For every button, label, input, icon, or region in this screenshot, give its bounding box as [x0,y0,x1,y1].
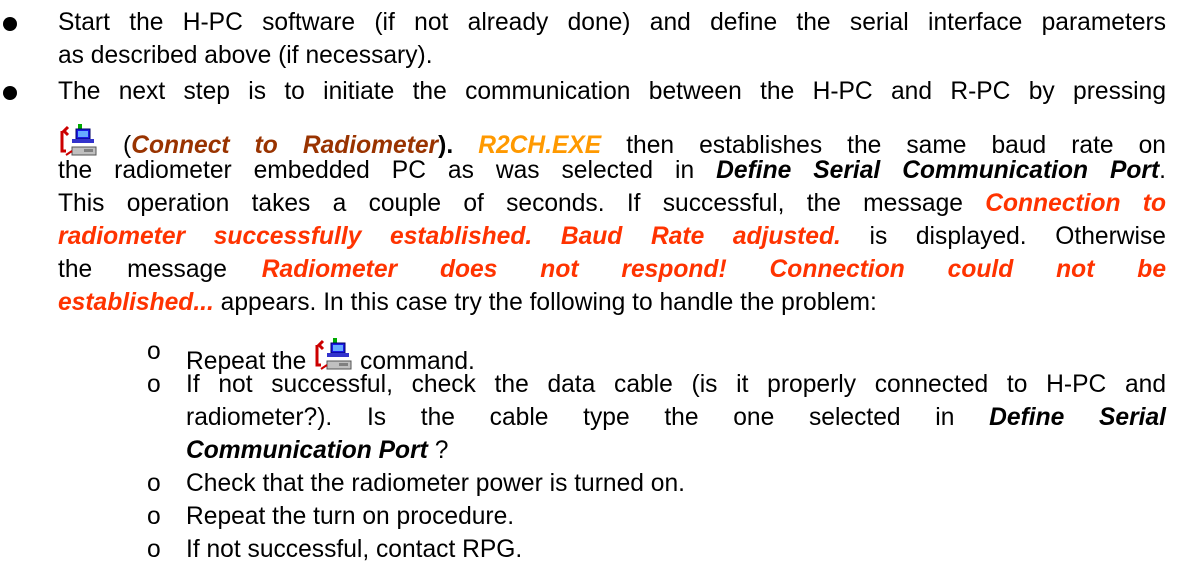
define-serial-ref: Define Serial [989,404,1166,431]
sub-bullet: o [147,536,161,563]
bullet2-line1: The next step is to initiate the communi… [58,78,1166,105]
text-run: radiometer?). Is the cable type the one … [186,404,955,431]
bullet2-line4: This operation takes a couple of seconds… [58,187,1166,220]
subitem2-line1: If not successful, check the data cable … [186,371,1166,398]
subitem4: Repeat the turn on procedure. [186,503,515,530]
define-serial-port-ref: Define Serial Communication Port [716,157,1160,184]
subitem5: If not successful, contact RPG. [186,536,523,563]
success-message-part2: radiometer successfully established. Bau… [58,223,841,250]
document-page: Start the H-PC software (if not already … [0,0,1186,588]
bullet2-line6: the message Radiometer does not respond!… [58,253,1166,286]
text-run: appears. In this case try the following … [220,289,877,316]
text-run: the radiometer embedded PC as was select… [58,157,695,184]
sub-bullet: o [147,470,161,497]
bullet-dot [3,17,17,31]
sub-bullet: o [147,371,161,398]
fail-message-part2: established... [58,289,214,316]
bullet-dot [3,86,17,100]
bullet2-line3: the radiometer embedded PC as was select… [58,154,1166,187]
subitem3: Check that the radiometer power is turne… [186,470,685,497]
bullet1-line1: Start the H-PC software (if not already … [58,9,1166,36]
success-message-part1: Connection to [985,190,1166,217]
text-run: This operation takes a couple of seconds… [58,190,963,217]
sub-bullet: o [147,338,161,365]
sub-bullet: o [147,503,161,530]
text-run: ? [434,437,449,464]
bullet2-line7: established... appears. In this case try… [58,286,1166,319]
text-run: is displayed. Otherwise [869,223,1166,250]
subitem2-line3: Communication Port ? [186,434,1166,467]
bullet2-line5: radiometer successfully established. Bau… [58,220,1166,253]
bullet1-line2: as described above (if necessary). [58,42,433,69]
communication-port-ref: Communication Port [186,437,428,464]
text-run: . [1159,157,1166,184]
subitem2-line2: radiometer?). Is the cable type the one … [186,401,1166,434]
fail-message-part1: Radiometer does not respond! Connection … [261,256,1166,283]
text-run: the message [58,256,227,283]
